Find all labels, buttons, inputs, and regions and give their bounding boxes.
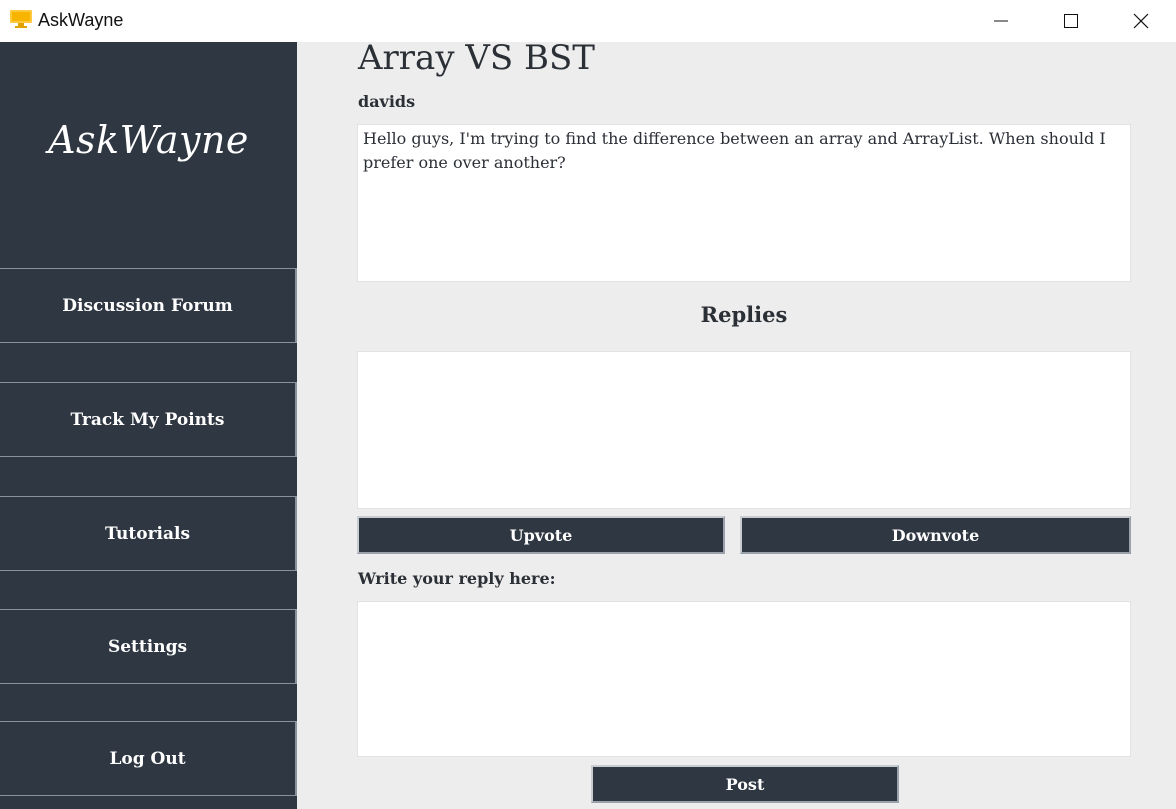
post-author: davids <box>358 92 416 111</box>
window-title: AskWayne <box>38 10 124 30</box>
app-logo: AskWayne <box>48 118 249 162</box>
close-icon <box>1133 13 1149 29</box>
nav-log-out[interactable]: Log Out <box>0 721 297 796</box>
minimize-icon <box>994 20 1008 22</box>
downvote-button[interactable]: Downvote <box>740 516 1131 554</box>
reply-input[interactable] <box>357 601 1131 757</box>
main-content: Array VS BST davids Hello guys, I'm tryi… <box>297 38 1176 809</box>
app-window: AskWayne AskWayne Discussion Forum Track… <box>0 0 1176 809</box>
post-title: Array VS BST <box>358 38 595 78</box>
monitor-icon <box>10 10 32 28</box>
maximize-button[interactable] <box>1048 0 1094 42</box>
reply-label: Write your reply here: <box>358 569 556 588</box>
close-button[interactable] <box>1118 0 1164 42</box>
minimize-button[interactable] <box>978 0 1024 42</box>
replies-heading: Replies <box>700 302 788 327</box>
post-body: Hello guys, I'm trying to find the diffe… <box>357 124 1131 282</box>
nav-track-my-points[interactable]: Track My Points <box>0 382 297 457</box>
maximize-icon <box>1064 14 1078 28</box>
sidebar: AskWayne Discussion Forum Track My Point… <box>0 42 297 809</box>
nav-tutorials[interactable]: Tutorials <box>0 496 297 571</box>
post-button[interactable]: Post <box>591 765 899 803</box>
title-bar: AskWayne <box>0 0 1176 42</box>
upvote-button[interactable]: Upvote <box>357 516 725 554</box>
nav-discussion-forum[interactable]: Discussion Forum <box>0 268 297 343</box>
nav-settings[interactable]: Settings <box>0 609 297 684</box>
replies-list[interactable] <box>357 351 1131 509</box>
